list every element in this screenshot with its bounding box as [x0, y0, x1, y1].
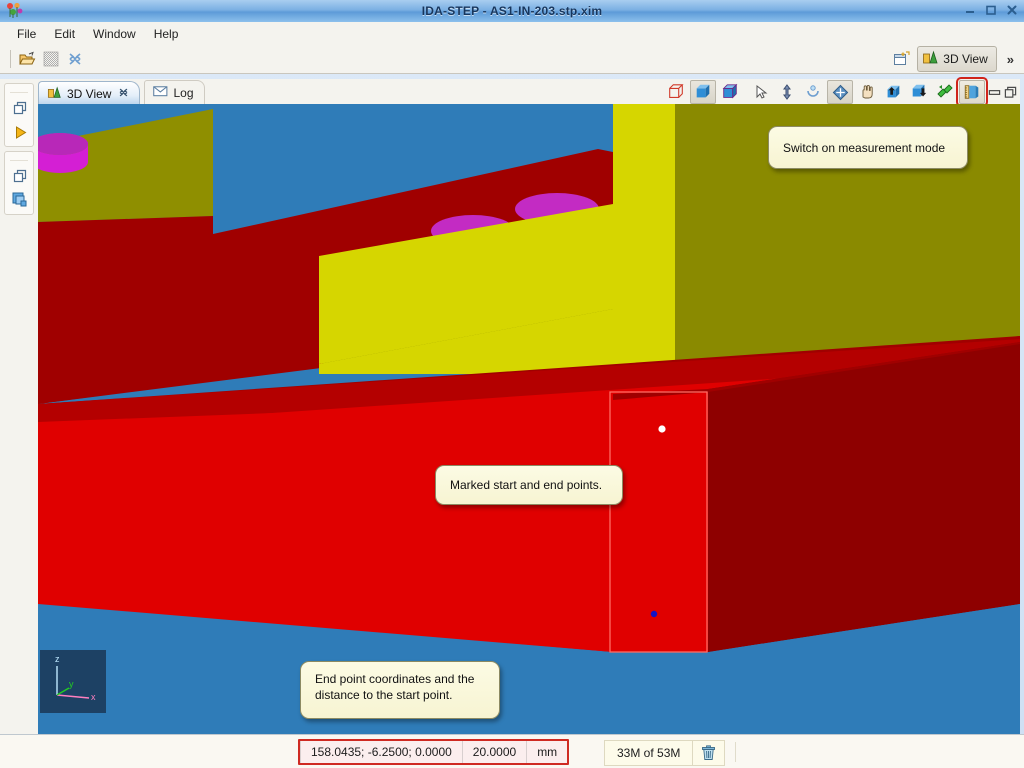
toolbar-separator: [10, 50, 11, 68]
3d-view-icon: [47, 85, 62, 103]
3d-view-icon: [922, 49, 939, 69]
3d-viewport[interactable]: z x y: [38, 104, 1020, 735]
envelope-icon: [153, 85, 168, 100]
menu-file[interactable]: File: [8, 24, 45, 44]
rail-group-2: [4, 151, 34, 215]
tab-label: 3D View: [67, 86, 112, 101]
axis-label-y: y: [69, 679, 74, 689]
shaded-box-icon[interactable]: [690, 80, 716, 104]
callout-text: Switch on measurement mode: [783, 140, 946, 155]
measurement-status-group: 158.0435; -6.2500; 0.0000 20.0000 mm: [298, 739, 570, 765]
measurement-mode-button[interactable]: [956, 77, 988, 107]
rotate-arc-icon[interactable]: [801, 81, 825, 103]
fit-diamond-icon[interactable]: [827, 80, 853, 104]
play-triangle-icon[interactable]: [5, 120, 35, 144]
left-sidebar-rail: [0, 79, 38, 735]
restore-window-icon[interactable]: [5, 164, 35, 188]
axis-orientation-widget: z x y: [40, 650, 106, 713]
tab-3d-view[interactable]: 3D View: [38, 81, 141, 105]
perspective-label: 3D View: [943, 52, 988, 66]
memory-status-group: 33M of 53M: [604, 740, 726, 766]
menu-window[interactable]: Window: [84, 24, 145, 44]
maximize-view-button[interactable]: [1002, 82, 1018, 102]
callout-text: Marked start and end points.: [450, 478, 603, 492]
trash-can-icon[interactable]: [693, 741, 724, 765]
view-toolbar: [663, 77, 1018, 107]
maximize-button[interactable]: [985, 3, 997, 15]
green-refresh-icon[interactable]: [933, 81, 957, 103]
title-bar: IDA-STEP - AS1-IN-203.stp.xim: [0, 0, 1024, 23]
restore-window-icon[interactable]: [5, 96, 35, 120]
axis-label-z: z: [55, 654, 60, 664]
rail-group-1: [4, 83, 34, 147]
wireframe-box-icon[interactable]: [664, 81, 688, 103]
stacked-squares-icon[interactable]: [5, 188, 35, 212]
status-divider: [735, 742, 736, 762]
window-controls: [964, 3, 1018, 15]
hand-icon[interactable]: [855, 81, 879, 103]
minimize-view-button[interactable]: [986, 82, 1002, 102]
window-title: IDA-STEP - AS1-IN-203.stp.xim: [421, 4, 603, 18]
menu-bar: File Edit Window Help: [0, 22, 1024, 45]
perspective-3d-view-button[interactable]: 3D View: [917, 46, 997, 72]
minimize-button[interactable]: [964, 3, 976, 15]
box-arrow-up-icon[interactable]: [881, 81, 905, 103]
measurement-coordinates: 158.0435; -6.2500; 0.0000: [300, 741, 463, 763]
save-button[interactable]: [40, 48, 62, 70]
status-bar: 158.0435; -6.2500; 0.0000 20.0000 mm 33M…: [0, 734, 1024, 768]
shaded-edges-box-icon[interactable]: [718, 81, 742, 103]
rail-divider: [10, 154, 28, 161]
3d-model-render: [38, 104, 1020, 735]
menu-help[interactable]: Help: [145, 24, 188, 44]
tab-log[interactable]: Log: [144, 80, 205, 105]
memory-usage-label: 33M of 53M: [605, 741, 694, 765]
callout-marked-points: Marked start and end points.: [435, 465, 623, 505]
measurement-units: mm: [537, 745, 558, 759]
open-file-button[interactable]: [16, 48, 38, 70]
menu-edit[interactable]: Edit: [45, 24, 84, 44]
measurement-distance: 20.0000: [463, 741, 528, 763]
perspective-bar: 3D View »: [889, 45, 1020, 73]
editor-area: 3D View Log z x y: [38, 77, 1020, 735]
vertical-arrows-icon[interactable]: [775, 81, 799, 103]
tab-close-icon[interactable]: [118, 87, 129, 101]
tab-label: Log: [173, 85, 194, 100]
main-toolbar: 3D View »: [0, 45, 1024, 74]
editor-tab-row: 3D View Log: [38, 77, 1020, 107]
rail-divider: [10, 86, 28, 93]
toolbar-overflow-button[interactable]: »: [1001, 52, 1020, 67]
close-button-toolbar[interactable]: [64, 48, 86, 70]
close-button[interactable]: [1006, 3, 1018, 15]
axis-label-x: x: [91, 692, 96, 702]
box-arrow-down-icon[interactable]: [907, 81, 931, 103]
application-window: IDA-STEP - AS1-IN-203.stp.xim File Edit …: [0, 0, 1024, 768]
callout-measurement-mode: Switch on measurement mode: [768, 126, 968, 169]
cursor-arrow-icon[interactable]: [749, 81, 773, 103]
new-perspective-icon[interactable]: [890, 48, 912, 70]
callout-end-point-coords: End point coordinates and the distance t…: [300, 661, 500, 719]
callout-text: End point coordinates and the distance t…: [315, 672, 475, 702]
